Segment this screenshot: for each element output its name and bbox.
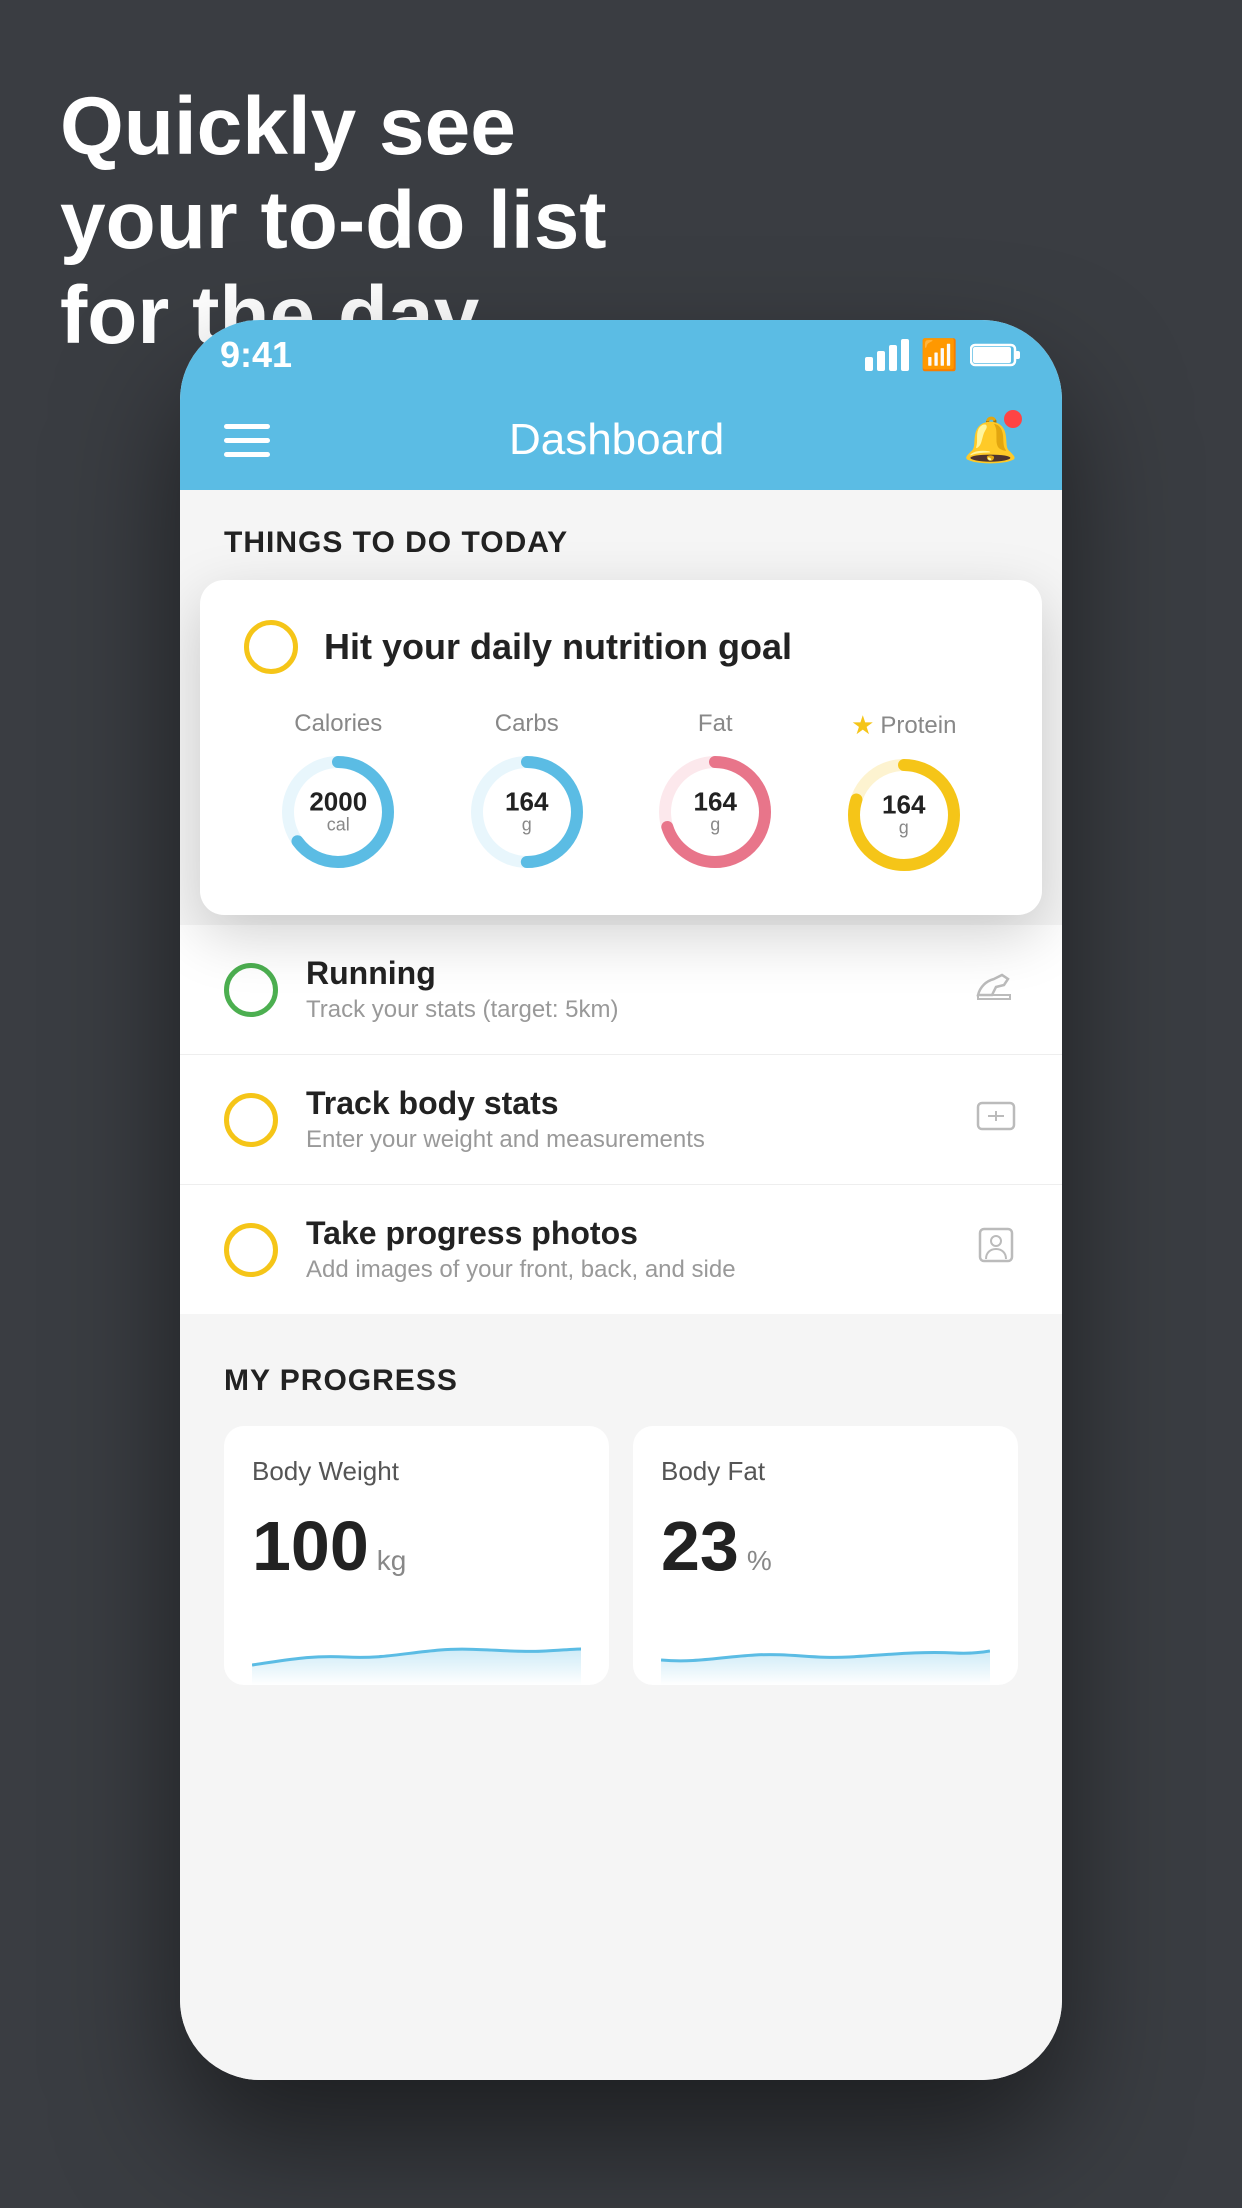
scale-icon — [974, 1095, 1018, 1144]
status-time: 9:41 — [220, 334, 292, 376]
running-subtitle: Track your stats (target: 5km) — [306, 996, 946, 1024]
calories-unit: cal — [309, 815, 367, 836]
status-bar: 9:41 📶 — [180, 320, 1062, 390]
body-fat-value: 23 % — [661, 1511, 990, 1581]
body-weight-value: 100 kg — [252, 1511, 581, 1581]
things-to-do-header: THINGS TO DO TODAY — [180, 490, 1062, 580]
battery-icon — [970, 342, 1022, 368]
body-fat-unit: % — [747, 1545, 772, 1577]
calories-donut: 2000 cal — [278, 752, 398, 872]
notification-dot — [1004, 410, 1022, 428]
todo-running[interactable]: Running Track your stats (target: 5km) — [180, 925, 1062, 1055]
todo-progress-photos[interactable]: Take progress photos Add images of your … — [180, 1185, 1062, 1314]
carbs-unit: g — [505, 815, 548, 836]
hero-line1: Quickly see — [60, 80, 607, 174]
shoe-icon — [974, 967, 1018, 1012]
nutrition-radio[interactable] — [244, 620, 298, 674]
nutrition-protein: ★Protein 164 g — [844, 710, 964, 875]
progress-photos-text: Take progress photos Add images of your … — [306, 1215, 946, 1284]
protein-label: ★Protein — [851, 710, 956, 741]
hamburger-menu[interactable] — [224, 424, 270, 457]
nutrition-calories: Calories 2000 cal — [278, 710, 398, 872]
progress-section: MY PROGRESS Body Weight 100 kg — [180, 1314, 1062, 1715]
protein-donut: 164 g — [844, 755, 964, 875]
body-stats-subtitle: Enter your weight and measurements — [306, 1126, 946, 1154]
body-stats-text: Track body stats Enter your weight and m… — [306, 1085, 946, 1154]
body-stats-radio[interactable] — [224, 1093, 278, 1147]
wifi-icon: 📶 — [921, 338, 958, 373]
notification-bell[interactable]: 🔔 — [963, 414, 1018, 466]
carbs-label: Carbs — [495, 710, 559, 738]
body-weight-card-title: Body Weight — [252, 1456, 581, 1487]
navbar: Dashboard 🔔 — [180, 390, 1062, 490]
nutrition-card-title: Hit your daily nutrition goal — [324, 626, 792, 668]
fat-donut: 164 g — [655, 752, 775, 872]
phone-mockup: 9:41 📶 Dashboard 🔔 — [180, 320, 1062, 2080]
fat-label: Fat — [698, 710, 733, 738]
person-icon — [974, 1223, 1018, 1276]
nutrition-carbs: Carbs 164 g — [467, 710, 587, 872]
nutrition-row: Calories 2000 cal — [244, 710, 998, 875]
calories-value: 2000 — [309, 789, 367, 815]
nutrition-card-header: Hit your daily nutrition goal — [244, 620, 998, 674]
progress-photos-subtitle: Add images of your front, back, and side — [306, 1256, 946, 1284]
progress-cards: Body Weight 100 kg — [224, 1426, 1018, 1685]
progress-photos-title: Take progress photos — [306, 1215, 946, 1252]
body-weight-num: 100 — [252, 1511, 369, 1581]
running-text: Running Track your stats (target: 5km) — [306, 955, 946, 1024]
running-title: Running — [306, 955, 946, 992]
body-fat-card: Body Fat 23 % — [633, 1426, 1018, 1685]
todo-list: Running Track your stats (target: 5km) — [180, 925, 1062, 1314]
nutrition-fat: Fat 164 g — [655, 710, 775, 872]
protein-unit: g — [882, 818, 925, 839]
body-fat-card-title: Body Fat — [661, 1456, 990, 1487]
body-weight-chart — [252, 1605, 581, 1685]
star-icon: ★ — [851, 710, 874, 741]
progress-title: MY PROGRESS — [224, 1364, 1018, 1398]
todo-body-stats[interactable]: Track body stats Enter your weight and m… — [180, 1055, 1062, 1185]
status-icons: 📶 — [865, 338, 1022, 373]
phone-content: THINGS TO DO TODAY Hit your daily nutrit… — [180, 490, 1062, 2080]
fat-unit: g — [694, 815, 737, 836]
fat-value: 164 — [694, 789, 737, 815]
body-fat-num: 23 — [661, 1511, 739, 1581]
nav-title: Dashboard — [509, 415, 724, 465]
body-stats-title: Track body stats — [306, 1085, 946, 1122]
phone-inner: THINGS TO DO TODAY Hit your daily nutrit… — [180, 490, 1062, 2080]
body-weight-unit: kg — [377, 1545, 407, 1577]
running-radio[interactable] — [224, 963, 278, 1017]
carbs-donut: 164 g — [467, 752, 587, 872]
hero-line2: your to-do list — [60, 174, 607, 268]
nutrition-card: Hit your daily nutrition goal Calories — [200, 580, 1042, 915]
calories-label: Calories — [294, 710, 382, 738]
carbs-value: 164 — [505, 789, 548, 815]
progress-photos-radio[interactable] — [224, 1223, 278, 1277]
things-to-do-title: THINGS TO DO TODAY — [224, 526, 568, 559]
protein-value: 164 — [882, 792, 925, 818]
body-fat-chart — [661, 1605, 990, 1685]
body-weight-card: Body Weight 100 kg — [224, 1426, 609, 1685]
signal-icon — [865, 339, 909, 371]
